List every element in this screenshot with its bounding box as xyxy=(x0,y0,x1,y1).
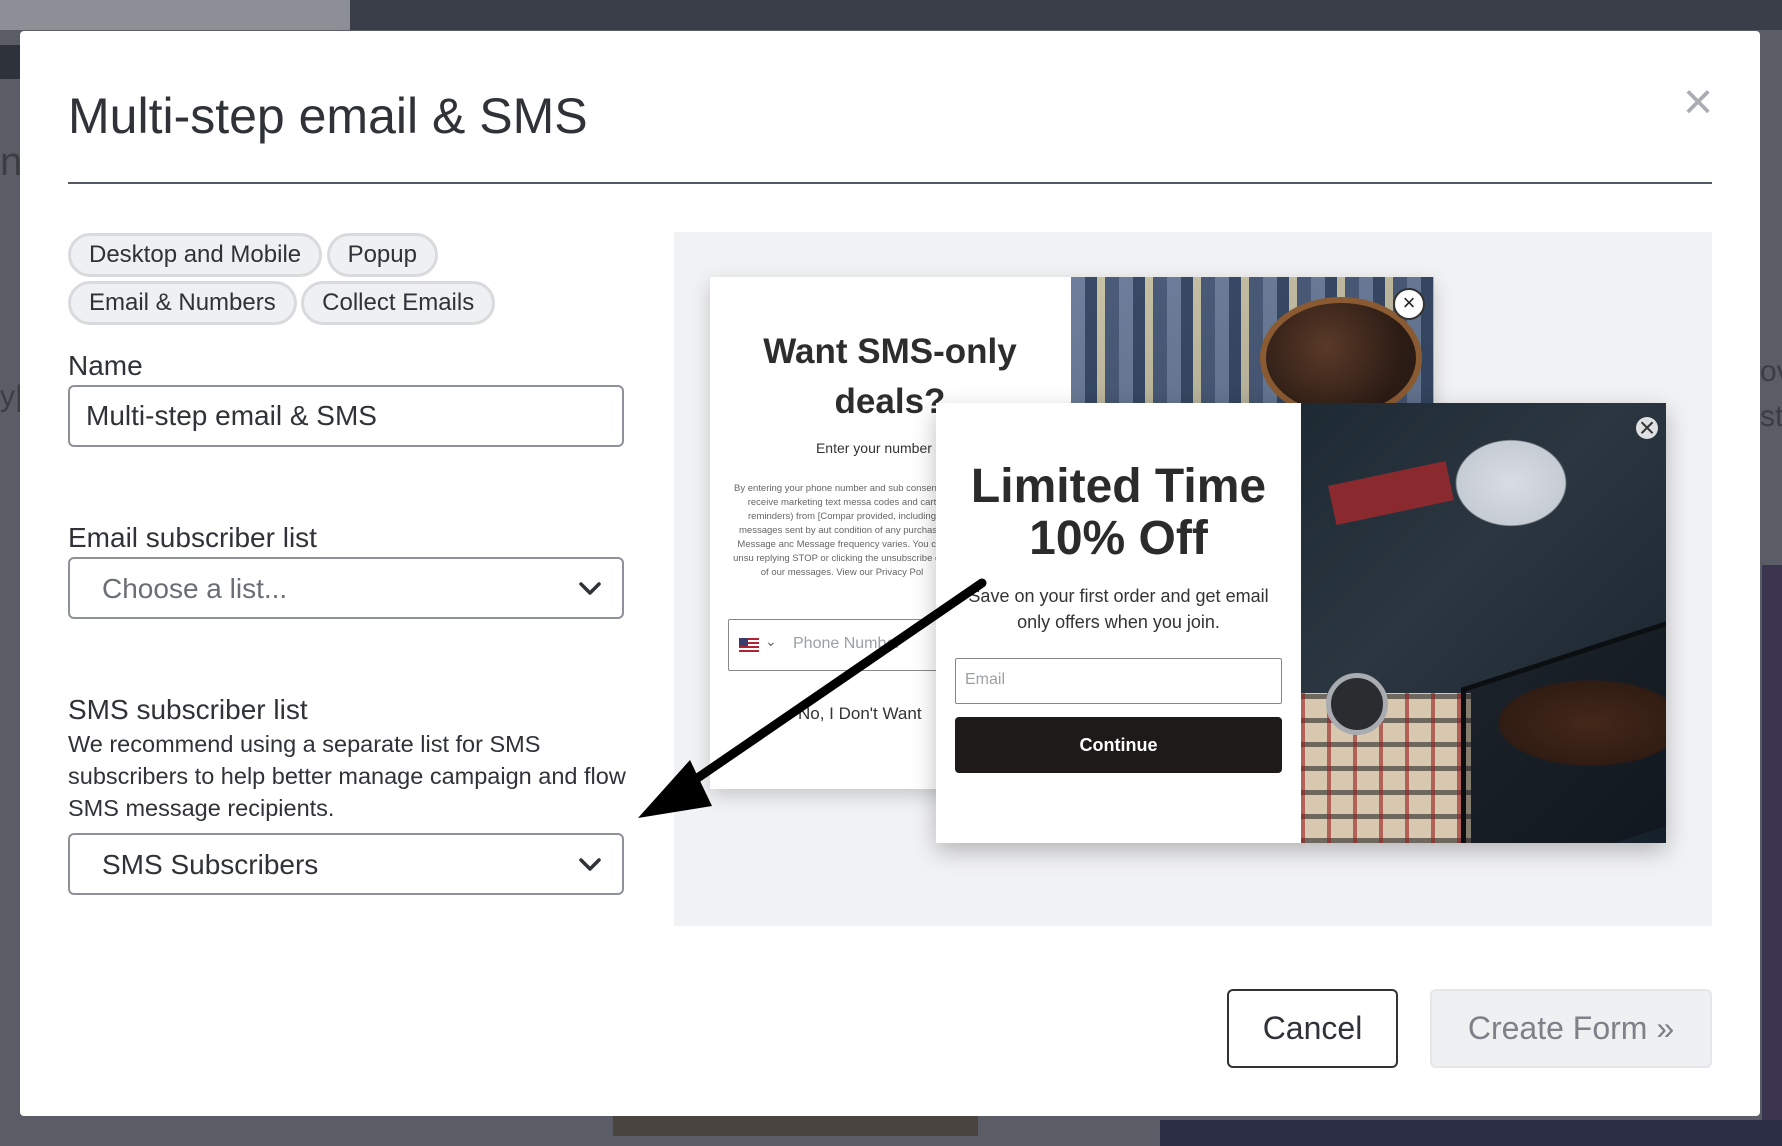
chevron-down-icon xyxy=(579,582,601,595)
chevron-down-icon: ⌄ xyxy=(765,633,777,649)
background-header xyxy=(350,0,1782,30)
create-form-button[interactable]: Create Form » xyxy=(1430,989,1712,1068)
close-icon: × xyxy=(1636,414,1658,442)
title-divider xyxy=(68,182,1712,184)
shoe-box-image xyxy=(1461,618,1666,843)
background-header-left xyxy=(0,0,350,30)
sms-popup-fine-print: By entering your phone number and sub co… xyxy=(733,483,951,578)
chevron-down-icon xyxy=(579,858,601,871)
close-icon[interactable]: × xyxy=(1675,76,1721,128)
email-list-select[interactable]: Choose a list... xyxy=(68,557,624,619)
background-text: ov xyxy=(1760,355,1782,388)
email-popup-subtext: Save on your first order and get email o… xyxy=(968,586,1269,632)
cancel-button[interactable]: Cancel xyxy=(1227,989,1398,1068)
email-list-placeholder: Choose a list... xyxy=(102,573,288,604)
background-footer xyxy=(1160,1120,1782,1146)
background-text: n xyxy=(0,140,23,184)
tie-image xyxy=(1328,460,1454,526)
heading-line-2: 10% Off xyxy=(1029,512,1208,565)
close-icon: × xyxy=(1393,288,1425,320)
name-label: Name xyxy=(68,350,143,381)
email-popup-heading: Limited Time 10% Off xyxy=(936,461,1301,565)
continue-button: Continue xyxy=(955,717,1282,773)
modal-title: Multi-step email & SMS xyxy=(68,88,588,144)
email-list-label: Email subscriber list xyxy=(68,522,317,553)
background-panel xyxy=(1762,565,1782,1125)
watch-image xyxy=(1326,673,1388,735)
sms-list-help: We recommend using a separate list for S… xyxy=(68,731,626,821)
phone-placeholder: Phone Number xyxy=(793,635,901,652)
form-preview: × Want SMS-only deals? Enter your number… xyxy=(674,232,1712,926)
tag-email-numbers: Email & Numbers xyxy=(68,281,297,325)
tag-popup: Popup xyxy=(326,233,438,277)
email-popup-preview: × Limited Time 10% Off Save on your firs… xyxy=(936,403,1666,843)
heading-line-1: Limited Time xyxy=(970,460,1267,513)
tag-desktop-mobile: Desktop and Mobile xyxy=(68,233,323,277)
sms-list-label: SMS subscriber list xyxy=(68,694,308,725)
sms-list-value: SMS Subscribers xyxy=(102,849,319,880)
sms-list-select[interactable]: SMS Subscribers xyxy=(68,833,624,895)
us-flag-icon xyxy=(739,638,759,652)
clothing-image xyxy=(1301,403,1666,843)
name-input[interactable] xyxy=(68,385,624,447)
background-strip xyxy=(0,45,22,79)
tag-collect-emails: Collect Emails xyxy=(301,281,496,325)
email-field: Email xyxy=(955,658,1282,704)
background-text: st xyxy=(1760,400,1782,433)
scarf-image xyxy=(1301,693,1471,843)
create-form-modal: Multi-step email & SMS × Desktop and Mob… xyxy=(20,31,1760,1116)
decline-link: No, I Don't Want xyxy=(798,704,922,723)
tag-list: Desktop and Mobile Popup Email & Numbers… xyxy=(68,233,588,329)
